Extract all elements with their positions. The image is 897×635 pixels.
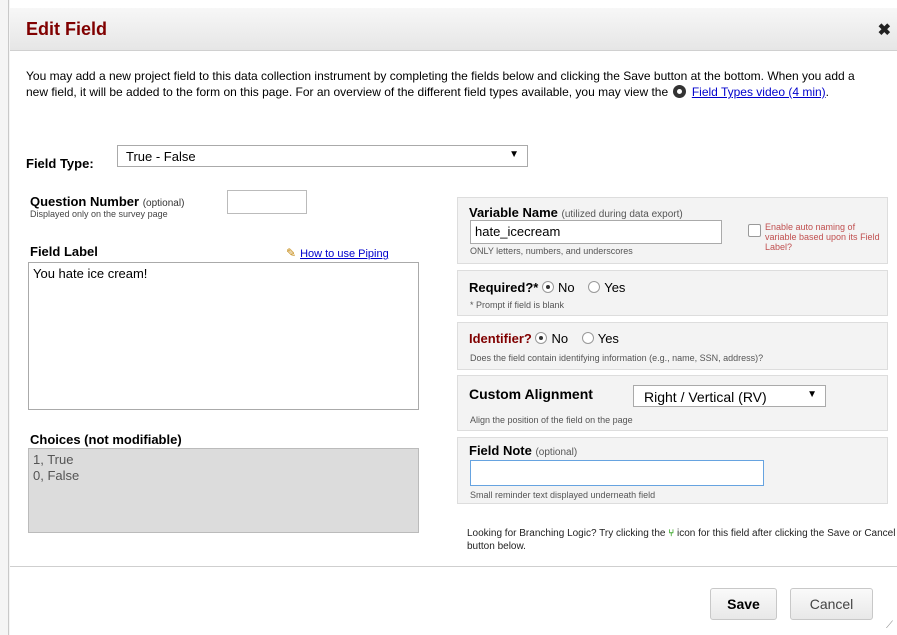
choice-line: 0, False [33,468,80,483]
pencil-icon: ✎ [286,246,297,260]
required-row: Required?* No Yes [469,280,635,295]
field-note-optional: (optional) [535,447,578,458]
required-label: Required?* [469,280,539,295]
window-left-edge [0,0,10,635]
required-yes-radio[interactable] [588,281,601,293]
piping-link-text: How to use Piping [300,248,389,260]
auto-naming-checkbox[interactable] [748,224,761,237]
required-box: Required?* No Yes * Prompt if field is b… [457,270,888,316]
variable-name-hint: (utilized during data export) [561,209,683,220]
field-types-video-link[interactable]: Field Types video (4 min) [692,85,826,99]
chevron-down-icon: ▼ [509,149,519,160]
variable-name-box: Variable Name (utilized during data expo… [457,197,888,264]
alignment-value: Right / Vertical (RV) [644,389,767,405]
chevron-down-icon: ▼ [807,389,817,400]
close-icon[interactable]: ✖ [878,20,891,40]
choice-line: 1, True [33,452,74,467]
branching-logic-hint: Looking for Branching Logic? Try clickin… [467,527,897,553]
question-number-label: Question Number (optional) [30,194,184,209]
question-number-optional: (optional) [142,198,185,209]
identifier-yes-radio[interactable] [581,332,594,344]
identifier-no-radio[interactable] [535,332,548,344]
variable-name-sub: ONLY letters, numbers, and underscores [470,246,633,256]
branching-logic-icon: ⑂ [668,528,675,539]
field-note-label: Field Note (optional) [469,443,577,458]
intro-text: You may add a new project field to this … [26,68,866,100]
field-type-select[interactable]: True - False ▼ [117,145,528,167]
auto-naming-label: Enable auto naming of variable based upo… [765,222,880,252]
variable-name-label: Variable Name (utilized during data expo… [469,205,683,220]
field-note-title: Field Note [469,443,532,458]
intro-trailing: . [825,85,830,99]
question-number-sub: Displayed only on the survey page [30,209,168,219]
cancel-button[interactable]: Cancel [790,588,873,620]
identifier-yes-label: Yes [597,331,619,346]
field-label-title: Field Label [30,244,98,259]
required-yes-label: Yes [604,280,626,295]
identifier-box: Identifier? No Yes Does the field contai… [457,322,888,370]
variable-name-input[interactable]: hate_icecream [470,220,722,244]
footer-divider [10,566,897,567]
field-note-box: Field Note (optional) Small reminder tex… [457,437,888,504]
alignment-sub: Align the position of the field on the p… [470,415,633,425]
field-type-label: Field Type: [26,156,94,171]
required-no-label: No [557,280,575,295]
choices-textarea: 1, True 0, False [28,448,419,533]
dialog-titlebar[interactable]: Edit Field ✖ [10,8,897,51]
identifier-no-label: No [551,331,569,346]
choices-label: Choices (not modifiable) [30,432,182,447]
required-sub: * Prompt if field is blank [470,300,565,310]
field-note-input[interactable] [470,460,764,486]
field-note-sub: Small reminder text displayed underneath… [470,490,656,500]
save-button[interactable]: Save [710,588,777,620]
question-number-title: Question Number [30,194,140,209]
field-label-textarea[interactable]: You hate ice cream! [28,262,419,410]
identifier-label: Identifier? [469,331,532,346]
identifier-sub: Does the field contain identifying infor… [470,353,764,363]
dialog-title: Edit Field [26,19,107,39]
piping-link[interactable]: ✎ How to use Piping [286,246,389,260]
question-number-input[interactable] [227,190,307,214]
field-type-value: True - False [126,149,196,164]
alignment-select[interactable]: Right / Vertical (RV) ▼ [633,385,826,407]
branching-before: Looking for Branching Logic? Try clickin… [467,528,666,539]
resize-handle-icon[interactable]: ⟋ [886,620,893,631]
film-reel-icon [673,85,687,98]
required-no-radio[interactable] [541,281,554,293]
edit-field-dialog: Edit Field ✖ You may add a new project f… [10,8,897,635]
alignment-label: Custom Alignment [469,386,593,402]
identifier-row: Identifier? No Yes [469,331,629,346]
alignment-box: Custom Alignment Right / Vertical (RV) ▼… [457,375,888,431]
variable-name-title: Variable Name [469,205,558,220]
